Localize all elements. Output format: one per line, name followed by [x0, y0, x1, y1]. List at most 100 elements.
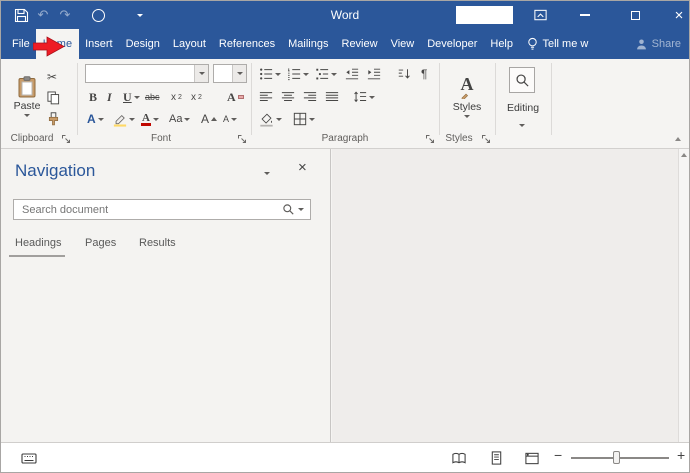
- styles-dialog-launcher[interactable]: [481, 134, 491, 144]
- customize-quick-access-icon[interactable]: [132, 1, 148, 29]
- paragraph-group-label: Paragraph: [321, 133, 369, 144]
- close-icon: ×: [298, 159, 307, 176]
- nav-tab-pages[interactable]: Pages: [85, 237, 116, 249]
- maximize-icon: [630, 10, 640, 20]
- tab-view[interactable]: View: [384, 29, 421, 59]
- tab-help[interactable]: Help: [484, 29, 520, 59]
- tell-me-control[interactable]: Tell me w: [520, 29, 595, 59]
- nav-tab-headings[interactable]: Headings: [15, 237, 61, 249]
- navigation-close-button[interactable]: ×: [298, 159, 307, 176]
- superscript-button[interactable]: x2: [191, 88, 202, 106]
- increase-indent-button[interactable]: [367, 65, 381, 83]
- chevron-down-icon: [97, 117, 104, 121]
- font-color-button[interactable]: A: [141, 110, 159, 128]
- search-input[interactable]: [14, 200, 282, 219]
- search-icon[interactable]: [282, 203, 295, 216]
- change-case-label: Aa: [169, 113, 183, 125]
- chevron-down-icon: [231, 117, 238, 121]
- multilevel-list-button[interactable]: [315, 65, 337, 83]
- ring-icon[interactable]: [89, 1, 107, 29]
- tab-developer[interactable]: Developer: [421, 29, 484, 59]
- minimize-button[interactable]: [575, 1, 595, 29]
- chevron-down-icon: [519, 123, 525, 127]
- strikethrough-button[interactable]: abc: [145, 88, 160, 106]
- redo-icon[interactable]: ↷: [56, 1, 74, 29]
- zoom-out-button[interactable]: −: [554, 447, 562, 463]
- ribbon-display-options-icon[interactable]: [531, 1, 549, 29]
- tab-references[interactable]: References: [212, 29, 281, 59]
- tab-mailings[interactable]: Mailings: [282, 29, 335, 59]
- search-options-chevron-icon[interactable]: [298, 208, 304, 211]
- ring-shape: [91, 8, 105, 22]
- line-spacing-button[interactable]: [353, 88, 375, 106]
- styles-icon: A: [461, 75, 474, 99]
- sort-button[interactable]: [397, 65, 411, 83]
- bold-button[interactable]: B: [89, 88, 97, 106]
- editing-dropdown[interactable]: [519, 116, 525, 134]
- tab-design[interactable]: Design: [119, 29, 166, 59]
- tab-review[interactable]: Review: [335, 29, 384, 59]
- web-layout-button[interactable]: [524, 450, 540, 466]
- bullets-button[interactable]: [259, 65, 281, 83]
- align-center-button[interactable]: [281, 88, 295, 106]
- titlebar-search-box[interactable]: [456, 6, 513, 24]
- maximize-button[interactable]: [625, 1, 645, 29]
- document-area[interactable]: [332, 149, 689, 444]
- collapse-ribbon-button[interactable]: [675, 137, 681, 141]
- cut-button[interactable]: ✂: [47, 68, 57, 86]
- numbering-button[interactable]: [287, 65, 309, 83]
- justify-icon: [325, 90, 339, 104]
- web-layout-icon: [524, 451, 540, 466]
- print-layout-button[interactable]: [488, 450, 504, 466]
- macro-record-button[interactable]: [21, 450, 37, 466]
- justify-button[interactable]: [325, 88, 339, 106]
- align-right-button[interactable]: [303, 88, 317, 106]
- undo-icon[interactable]: ↶: [34, 1, 52, 29]
- clear-formatting-button[interactable]: A: [227, 88, 244, 106]
- tab-developer-label: Developer: [427, 38, 478, 50]
- highlight-color-button[interactable]: [113, 110, 135, 128]
- align-left-button[interactable]: [259, 88, 273, 106]
- nav-tab-results[interactable]: Results: [139, 237, 176, 249]
- editing-find-box[interactable]: [509, 67, 535, 93]
- zoom-slider-thumb[interactable]: [613, 451, 620, 464]
- shrink-font-button[interactable]: A: [223, 110, 238, 128]
- styles-button[interactable]: A Styles: [445, 64, 489, 128]
- eraser-icon: [237, 95, 244, 99]
- tab-view-label: View: [390, 38, 415, 50]
- grow-font-button[interactable]: A: [201, 110, 218, 128]
- borders-button[interactable]: [293, 110, 315, 128]
- tab-insert[interactable]: Insert: [79, 29, 120, 59]
- zoom-in-button[interactable]: +: [677, 447, 685, 463]
- font-size-combobox[interactable]: [213, 64, 247, 83]
- tab-layout[interactable]: Layout: [166, 29, 212, 59]
- change-case-button[interactable]: Aa: [169, 110, 191, 128]
- chevron-up-icon: [211, 117, 218, 121]
- format-painter-button[interactable]: [47, 110, 60, 128]
- italic-button[interactable]: I: [107, 88, 112, 106]
- close-button[interactable]: ×: [669, 1, 689, 29]
- font-dialog-launcher[interactable]: [237, 134, 247, 144]
- show-hide-pilcrow-button[interactable]: ¶: [421, 65, 427, 83]
- clipboard-dialog-launcher[interactable]: [61, 134, 71, 144]
- paragraph-dialog-launcher[interactable]: [425, 134, 435, 144]
- save-button[interactable]: [11, 1, 31, 29]
- decrease-indent-button[interactable]: [345, 65, 359, 83]
- subscript-button[interactable]: x2: [171, 88, 182, 106]
- font-size-dropdown[interactable]: [232, 65, 246, 82]
- font-name-combobox[interactable]: [85, 64, 209, 83]
- read-mode-button[interactable]: [451, 450, 467, 466]
- shading-button[interactable]: [259, 110, 282, 128]
- text-effects-button[interactable]: A: [87, 110, 104, 128]
- scissors-icon: ✂: [47, 70, 58, 84]
- navigation-options-button[interactable]: [261, 169, 273, 178]
- paste-button[interactable]: Paste: [9, 64, 45, 128]
- copy-button[interactable]: [47, 89, 60, 107]
- tab-file[interactable]: File: [1, 29, 36, 59]
- vertical-scrollbar[interactable]: [678, 149, 689, 444]
- underline-button[interactable]: U: [123, 88, 140, 106]
- editing-button[interactable]: Editing: [497, 99, 549, 117]
- share-button[interactable]: Share: [635, 29, 681, 59]
- font-name-dropdown[interactable]: [194, 65, 208, 82]
- zoom-slider-track[interactable]: [571, 457, 669, 459]
